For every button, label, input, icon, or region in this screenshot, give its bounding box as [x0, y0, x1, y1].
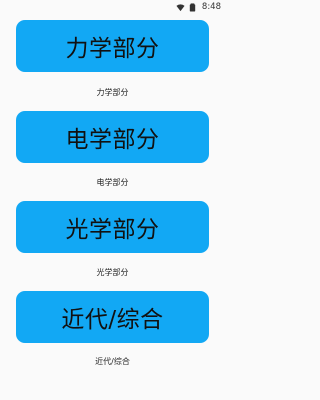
battery-icon: [189, 2, 196, 12]
mechanics-caption: 力学部分: [96, 88, 129, 97]
modern-comprehensive-button[interactable]: 近代/综合: [16, 291, 209, 343]
electricity-button[interactable]: 电学部分: [16, 111, 209, 163]
app-screen: 8:48 力学部分 力学部分 电学部分 电学部分 光学部分 光学部分 近代/综合…: [0, 0, 225, 400]
bottom-edge: [0, 396, 225, 400]
status-time: 8:48: [201, 1, 221, 12]
wifi-icon: [176, 3, 185, 11]
optics-button[interactable]: 光学部分: [16, 201, 209, 253]
mechanics-button[interactable]: 力学部分: [16, 20, 209, 72]
electricity-caption: 电学部分: [96, 178, 129, 187]
status-bar: 8:48: [0, 0, 225, 14]
optics-caption: 光学部分: [96, 268, 129, 277]
modern-comprehensive-caption: 近代/综合: [95, 357, 130, 366]
